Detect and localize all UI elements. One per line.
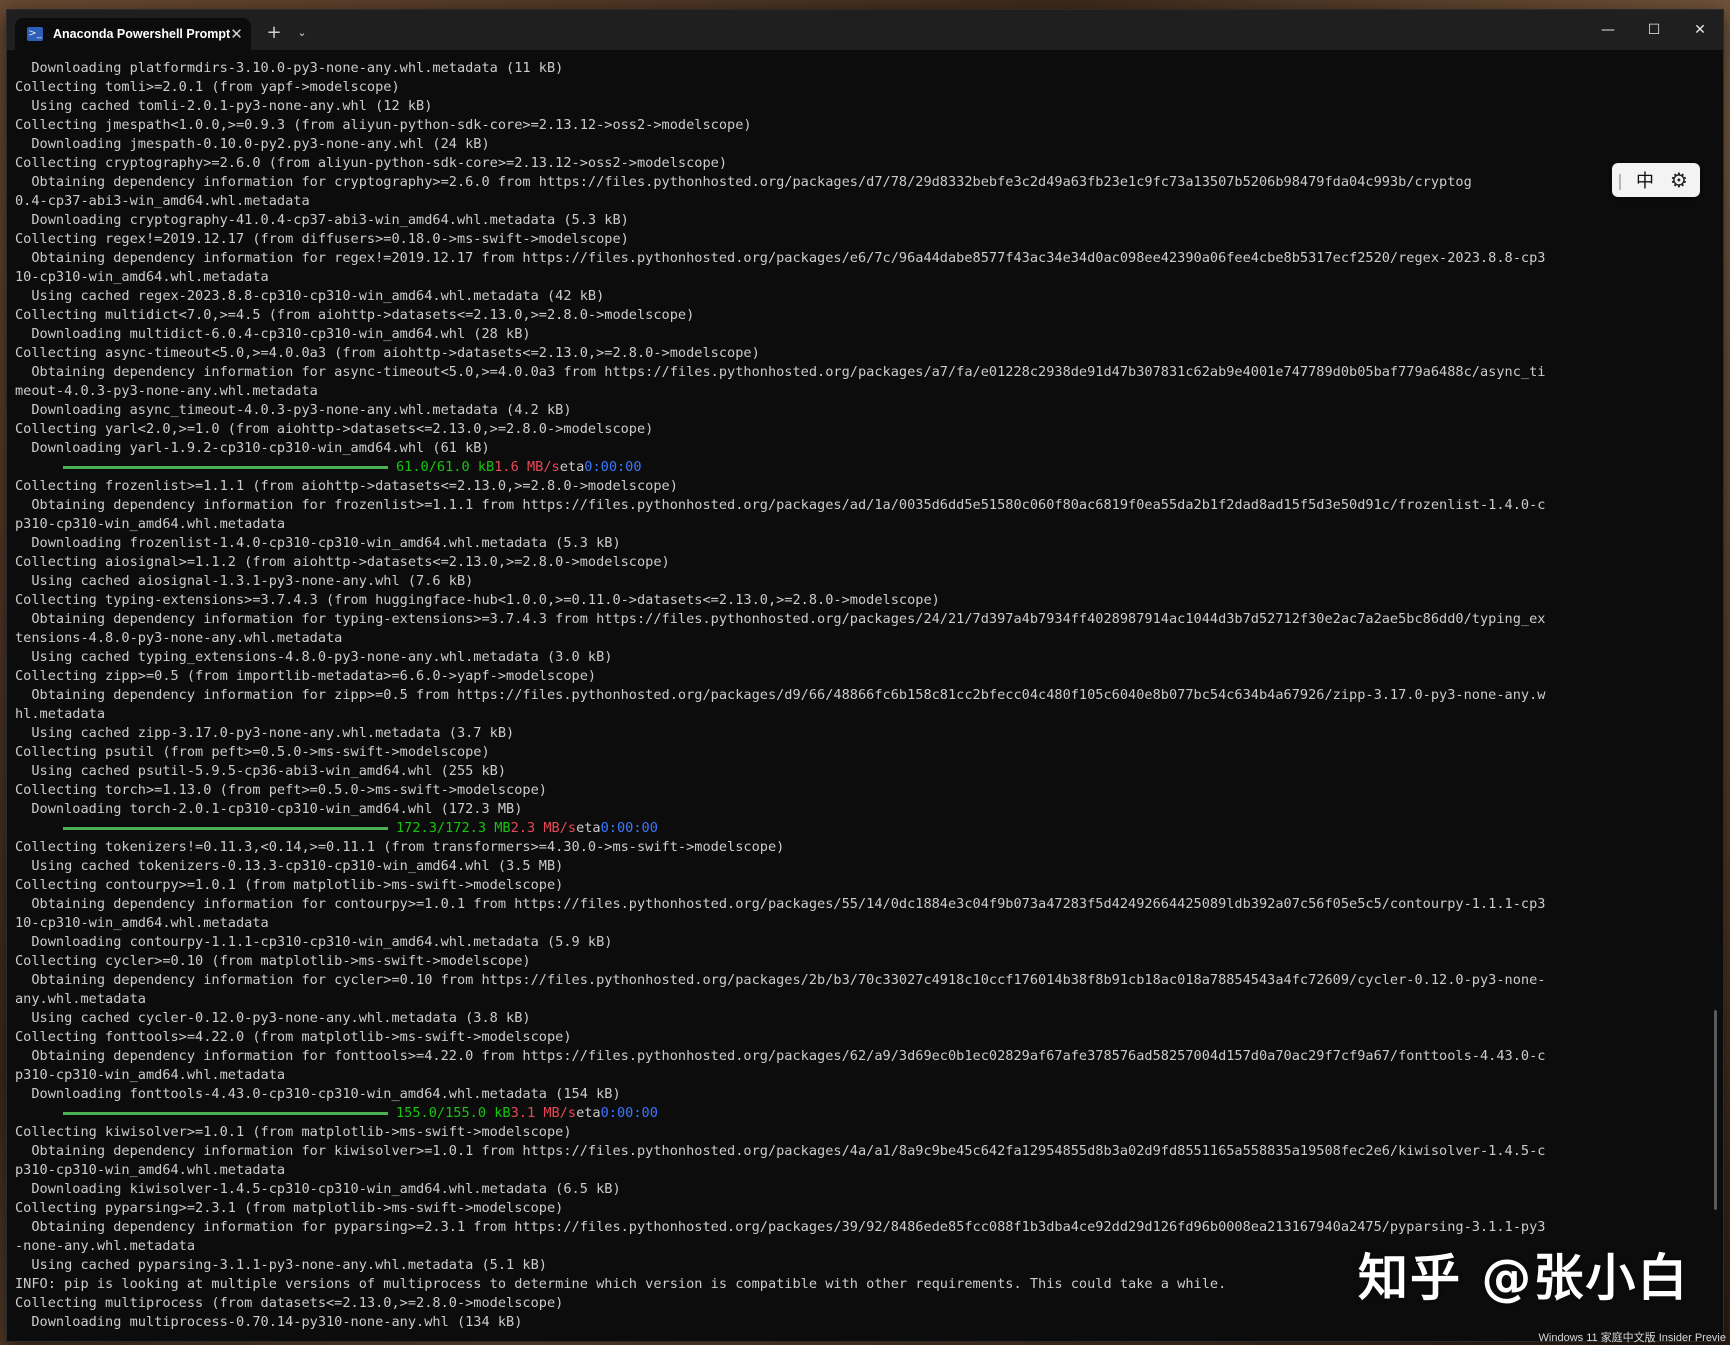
terminal-line: Obtaining dependency information for zip…	[15, 687, 1546, 703]
terminal-line: Collecting cycler>=0.10 (from matplotlib…	[15, 953, 531, 969]
terminal-line: Obtaining dependency information for cry…	[15, 174, 1472, 190]
progress-bar	[63, 1112, 388, 1115]
terminal-line: Obtaining dependency information for fro…	[15, 497, 1546, 513]
terminal-line: Downloading cryptography-41.0.4-cp37-abi…	[15, 212, 629, 228]
terminal-line: Collecting regex!=2019.12.17 (from diffu…	[15, 231, 629, 247]
terminal-line: tensions-4.8.0-py3-none-any.whl.metadata	[15, 630, 343, 646]
terminal-line: Downloading torch-2.0.1-cp310-cp310-win_…	[15, 801, 523, 817]
minimize-button[interactable]: —	[1585, 10, 1631, 50]
progress-bar	[63, 466, 388, 469]
progress-line: 155.0/155.0 kB 3.1 MB/s eta 0:00:00	[15, 1104, 1723, 1123]
terminal-output[interactable]: Downloading platformdirs-3.10.0-py3-none…	[7, 50, 1723, 1341]
terminal-line: Downloading contourpy-1.1.1-cp310-cp310-…	[15, 934, 613, 950]
progress-speed: 1.6 MB/s	[494, 459, 560, 475]
terminal-line: Collecting typing-extensions>=3.7.4.3 (f…	[15, 592, 940, 608]
tab-title: Anaconda Powershell Prompt	[53, 27, 231, 41]
terminal-line: Downloading multidict-6.0.4-cp310-cp310-…	[15, 326, 531, 342]
progress-bar	[63, 827, 388, 830]
terminal-line: Collecting kiwisolver>=1.0.1 (from matpl…	[15, 1124, 572, 1140]
progress-size: 155.0/155.0 kB	[396, 1105, 511, 1121]
terminal-line: Obtaining dependency information for typ…	[15, 611, 1546, 627]
terminal-line: Collecting torch>=1.13.0 (from peft>=0.5…	[15, 782, 547, 798]
terminal-line: Collecting zipp>=0.5 (from importlib-met…	[15, 668, 597, 684]
terminal-line: Downloading multiprocess-0.70.14-py310-n…	[15, 1314, 523, 1330]
terminal-line: Collecting contourpy>=1.0.1 (from matplo…	[15, 877, 564, 893]
terminal-line: Downloading platformdirs-3.10.0-py3-none…	[15, 60, 564, 76]
terminal-line: Using cached aiosignal-1.3.1-py3-none-an…	[15, 573, 474, 589]
terminal-line: Using cached regex-2023.8.8-cp310-cp310-…	[15, 288, 605, 304]
progress-eta: 0:00:00	[584, 459, 642, 475]
terminal-line: Collecting psutil (from peft>=0.5.0->ms-…	[15, 744, 490, 760]
terminal-line: p310-cp310-win_amd64.whl.metadata	[15, 1067, 286, 1083]
scrollbar[interactable]	[1714, 1010, 1717, 1210]
terminal-line: Collecting cryptography>=2.6.0 (from ali…	[15, 155, 728, 171]
progress-eta: 0:00:00	[600, 1105, 658, 1121]
progress-eta-label: eta	[559, 459, 585, 475]
tab-anaconda-powershell[interactable]: >_ Anaconda Powershell Prompt ✕	[15, 18, 251, 50]
terminal-line: Obtaining dependency information for reg…	[15, 250, 1546, 266]
terminal-line: Collecting pyparsing>=2.3.1 (from matplo…	[15, 1200, 564, 1216]
terminal-line: 10-cp310-win_amd64.whl.metadata	[15, 269, 269, 285]
terminal-line: Collecting frozenlist>=1.1.1 (from aioht…	[15, 478, 678, 494]
terminal-line: Using cached tomli-2.0.1-py3-none-any.wh…	[15, 98, 433, 114]
terminal-line: any.whl.metadata	[15, 991, 146, 1007]
terminal-line: Using cached typing_extensions-4.8.0-py3…	[15, 649, 613, 665]
ime-language-button[interactable]: 中	[1628, 167, 1662, 193]
desktop-build-text: Windows 11 家庭中文版 Insider Previe	[1538, 1332, 1726, 1344]
progress-speed: 3.1 MB/s	[510, 1105, 577, 1121]
terminal-line: p310-cp310-win_amd64.whl.metadata	[15, 1162, 286, 1178]
window-controls: — ☐ ✕	[1585, 10, 1723, 50]
title-bar: >_ Anaconda Powershell Prompt ✕ + ⌄ — ☐ …	[7, 10, 1723, 50]
new-tab-button[interactable]: +	[257, 18, 291, 50]
close-tab-icon[interactable]: ✕	[230, 25, 243, 43]
terminal-line: Downloading kiwisolver-1.4.5-cp310-cp310…	[15, 1181, 621, 1197]
terminal-line: hl.metadata	[15, 706, 106, 722]
maximize-button[interactable]: ☐	[1631, 10, 1677, 50]
watermark: 知乎 @张小白	[1358, 1249, 1690, 1307]
terminal-line: 0.4-cp37-abi3-win_amd64.whl.metadata	[15, 193, 310, 209]
terminal-line: Downloading frozenlist-1.4.0-cp310-cp310…	[15, 535, 621, 551]
progress-size: 172.3/172.3 MB	[396, 820, 511, 836]
terminal-line: Collecting fonttools>=4.22.0 (from matpl…	[15, 1029, 572, 1045]
progress-line: 61.0/61.0 kB 1.6 MB/s eta 0:00:00	[15, 458, 1723, 477]
terminal-line: Using cached psutil-5.9.5-cp36-abi3-win_…	[15, 763, 507, 779]
progress-eta-label: eta	[576, 820, 601, 836]
progress-size: 61.0/61.0 kB	[396, 459, 495, 475]
terminal-line: Obtaining dependency information for con…	[15, 896, 1546, 912]
terminal-line: Collecting async-timeout<5.0,>=4.0.0a3 (…	[15, 345, 760, 361]
terminal-line: Downloading yarl-1.9.2-cp310-cp310-win_a…	[15, 440, 490, 456]
progress-line: 172.3/172.3 MB 2.3 MB/s eta 0:00:00	[15, 819, 1723, 838]
terminal-line: Collecting multidict<7.0,>=4.5 (from aio…	[15, 307, 695, 323]
terminal-line: p310-cp310-win_amd64.whl.metadata	[15, 516, 286, 532]
progress-eta-label: eta	[576, 1105, 601, 1121]
terminal-line: Obtaining dependency information for cyc…	[15, 972, 1546, 988]
terminal-line: Downloading async_timeout-4.0.3-py3-none…	[15, 402, 572, 418]
terminal-line: Collecting aiosignal>=1.1.2 (from aiohtt…	[15, 554, 670, 570]
progress-eta: 0:00:00	[600, 820, 658, 836]
chevron-down-icon[interactable]: ⌄	[291, 18, 313, 50]
terminal-line: meout-4.0.3-py3-none-any.whl.metadata	[15, 383, 318, 399]
terminal-line: Using cached tokenizers-0.13.3-cp310-cp3…	[15, 858, 564, 874]
terminal-line: Obtaining dependency information for asy…	[15, 364, 1546, 380]
powershell-icon: >_	[27, 27, 43, 41]
ime-toolbar: | 中 ⚙	[1612, 163, 1700, 197]
terminal-line: 10-cp310-win_amd64.whl.metadata	[15, 915, 269, 931]
terminal-line: Downloading jmespath-0.10.0-py2.py3-none…	[15, 136, 490, 152]
progress-speed: 2.3 MB/s	[510, 820, 577, 836]
close-window-button[interactable]: ✕	[1677, 10, 1723, 50]
terminal-window: >_ Anaconda Powershell Prompt ✕ + ⌄ — ☐ …	[6, 9, 1724, 1342]
terminal-line: Obtaining dependency information for kiw…	[15, 1143, 1546, 1159]
terminal-line: Collecting yarl<2.0,>=1.0 (from aiohttp-…	[15, 421, 654, 437]
terminal-line: Downloading fonttools-4.43.0-cp310-cp310…	[15, 1086, 621, 1102]
terminal-line: Collecting jmespath<1.0.0,>=0.9.3 (from …	[15, 117, 752, 133]
terminal-line: Using cached zipp-3.17.0-py3-none-any.wh…	[15, 725, 515, 741]
gear-icon[interactable]: ⚙	[1662, 168, 1696, 192]
terminal-line: Collecting tokenizers!=0.11.3,<0.14,>=0.…	[15, 839, 785, 855]
terminal-line: Collecting tomli>=2.0.1 (from yapf->mode…	[15, 79, 400, 95]
terminal-line: Obtaining dependency information for fon…	[15, 1048, 1546, 1064]
terminal-line: Using cached cycler-0.12.0-py3-none-any.…	[15, 1010, 531, 1026]
terminal-line: Obtaining dependency information for pyp…	[15, 1219, 1546, 1235]
ime-drag-handle[interactable]: |	[1612, 171, 1628, 190]
